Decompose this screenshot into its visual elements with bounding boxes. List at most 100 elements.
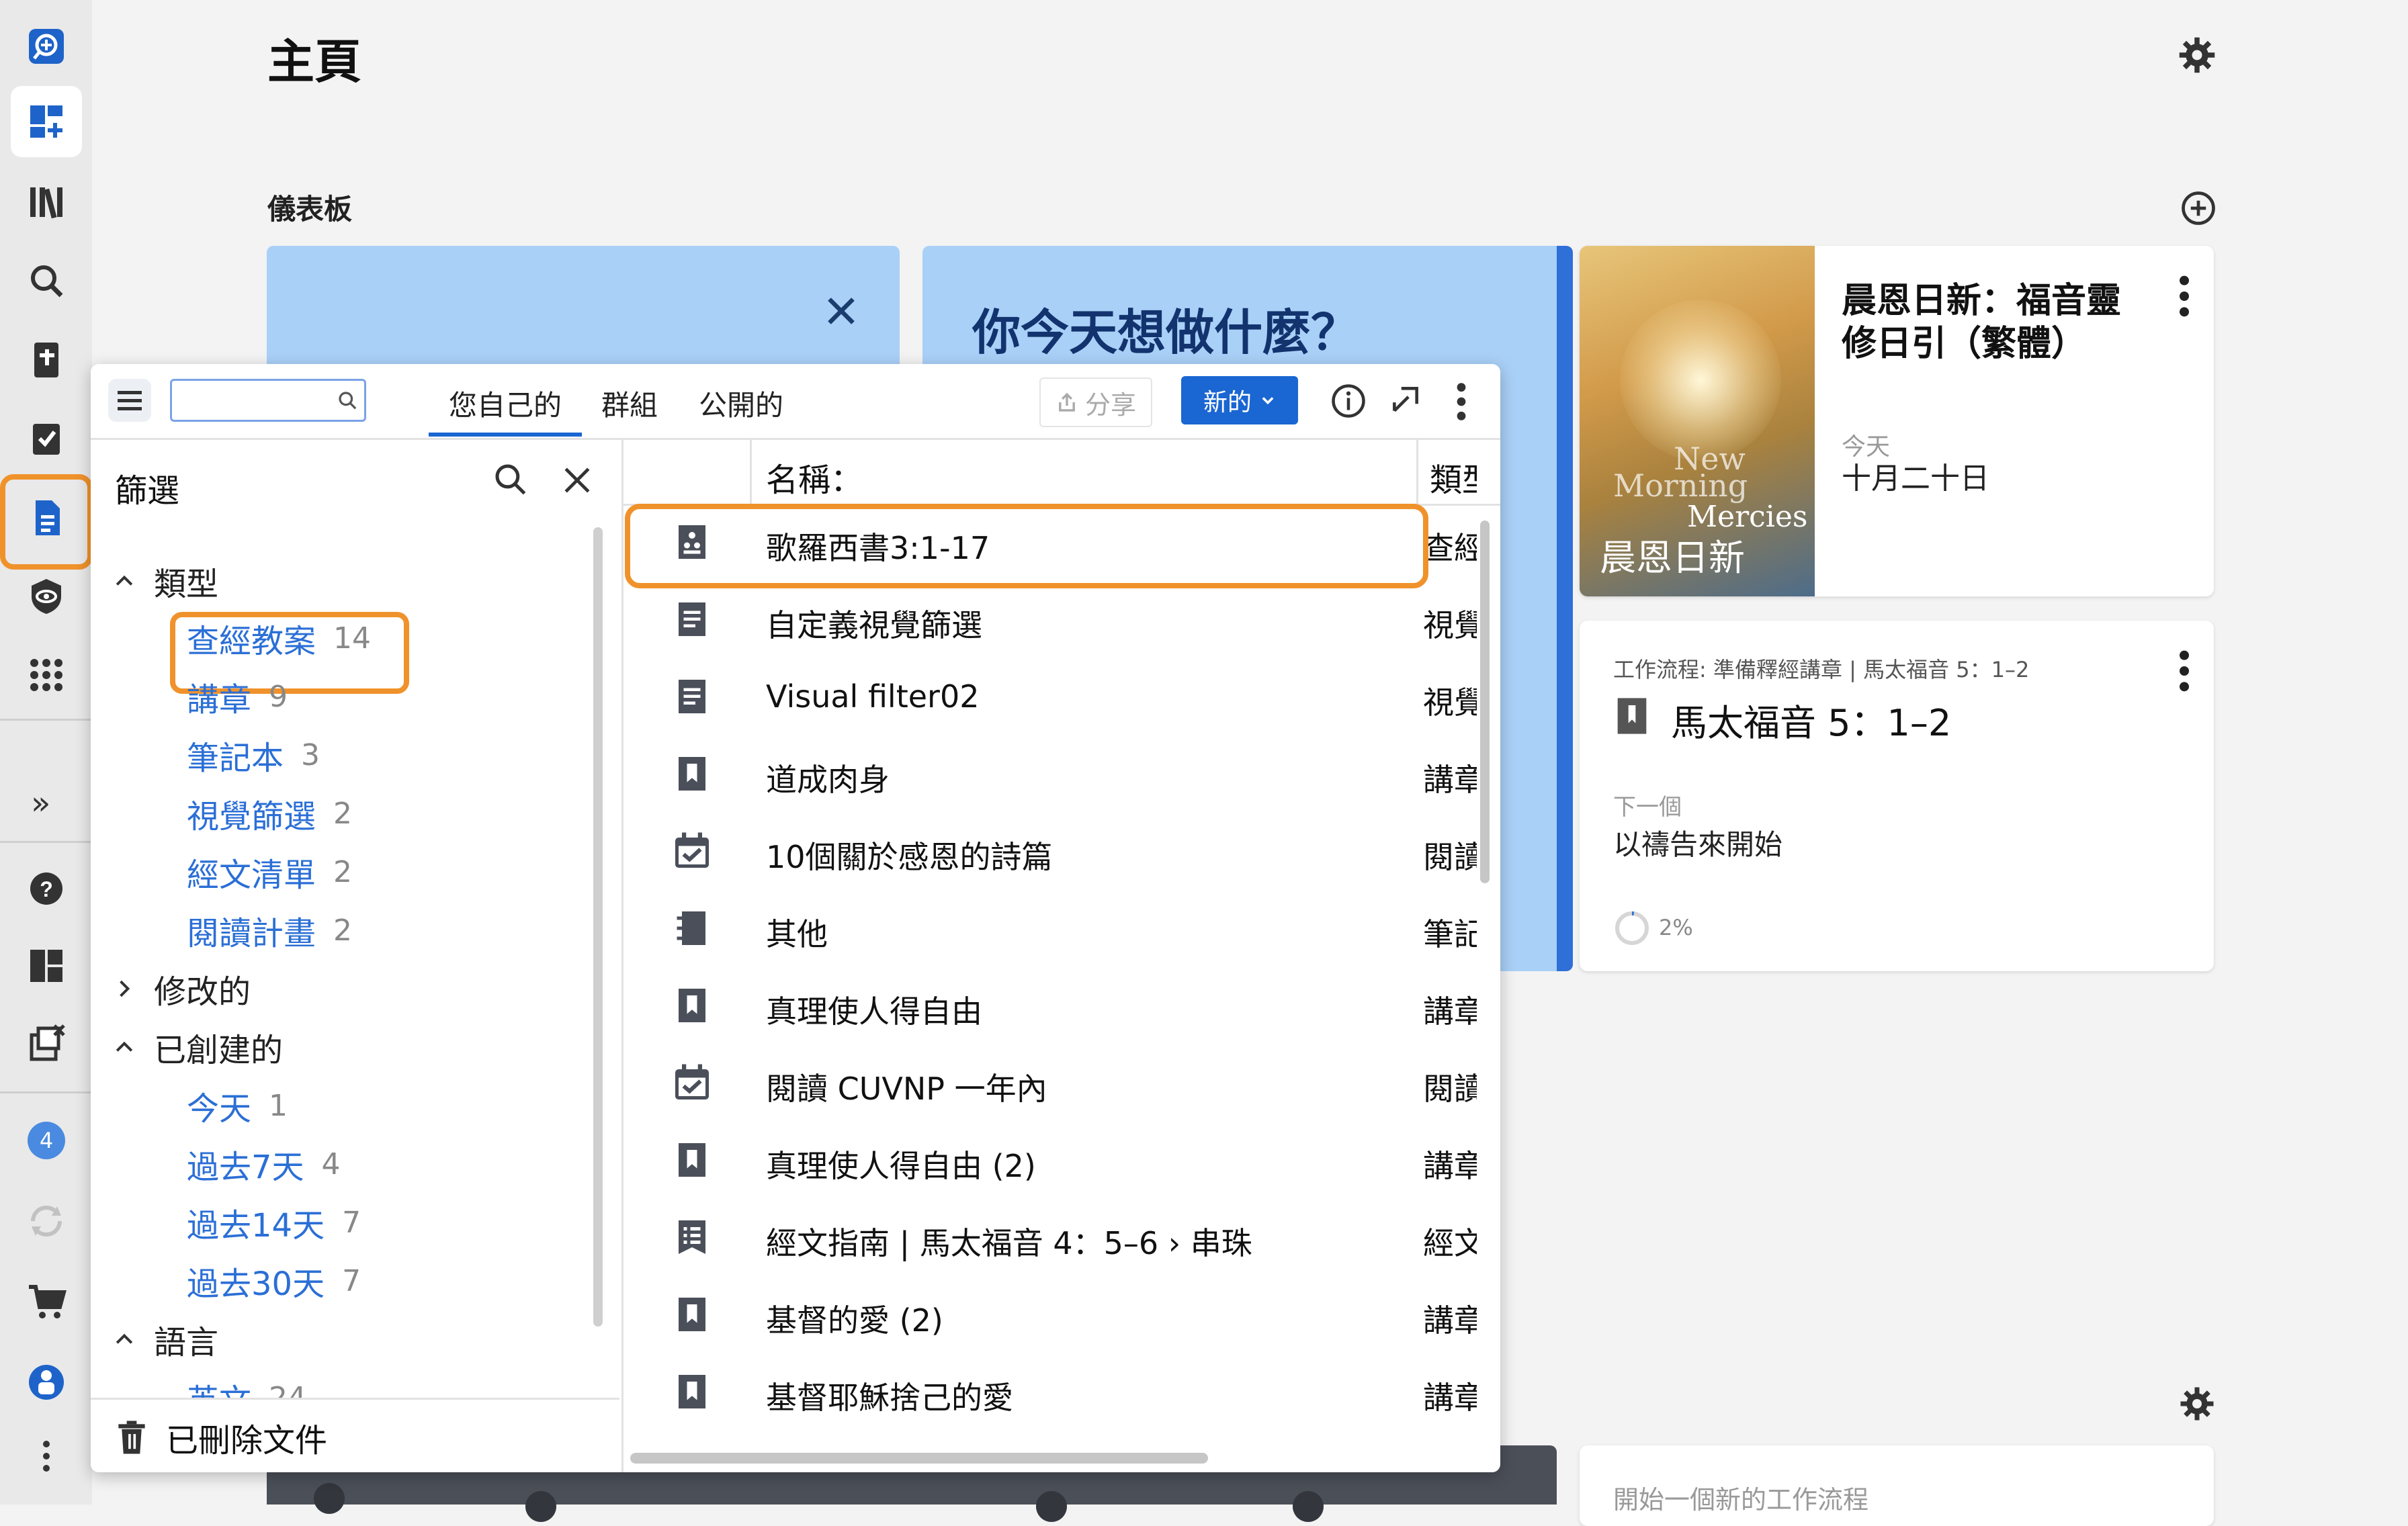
- next-label: 下一個: [1613, 794, 1682, 821]
- library-icon[interactable]: [11, 167, 82, 238]
- section-type[interactable]: 類型: [91, 554, 218, 608]
- section-label: 類型: [154, 566, 219, 603]
- table-row[interactable]: 10個關於感恩的詩篇 閱讀: [624, 813, 1500, 890]
- search-icon[interactable]: [11, 245, 82, 316]
- help-icon[interactable]: ?: [11, 853, 82, 924]
- search-field[interactable]: [170, 379, 366, 422]
- table-row[interactable]: 閱讀 CUVNP 一年內 閱讀: [624, 1044, 1500, 1122]
- filter-item-sermon[interactable]: 講章 9: [187, 670, 288, 723]
- close-icon[interactable]: [824, 294, 858, 328]
- list-scrollbar-vertical[interactable]: [1480, 521, 1490, 883]
- add-widget-icon[interactable]: [2178, 188, 2219, 231]
- table-row[interactable]: 真理使人得自由 (2) 講章: [624, 1122, 1500, 1199]
- row-type: 閱讀: [1423, 839, 1477, 875]
- svg-text:?: ?: [40, 877, 53, 901]
- section-language[interactable]: 語言: [91, 1312, 218, 1366]
- documents-highlight: [0, 474, 93, 570]
- search-input[interactable]: [177, 385, 335, 416]
- filter-item-notebook[interactable]: 筆記本 3: [187, 728, 320, 782]
- language-item-clip: 英文 24: [91, 1371, 619, 1398]
- tab-groups[interactable]: 群組: [601, 383, 658, 424]
- filter-item-passage-list[interactable]: 經文清單 2: [187, 845, 352, 899]
- filter-item-label: 過去7天: [187, 1149, 304, 1186]
- study-search-icon[interactable]: [11, 11, 82, 82]
- table-row[interactable]: 經文指南 | 馬太福音 4：5–6 › 串珠 經文: [624, 1199, 1500, 1276]
- account-icon[interactable]: [11, 1347, 82, 1418]
- badge-count: 4: [28, 1122, 65, 1159]
- row-type: 視覺: [1423, 607, 1477, 643]
- filter-item-visual[interactable]: 視覺篩選 2: [187, 787, 352, 840]
- close-layout-icon[interactable]: [11, 1007, 82, 1079]
- deleted-label: 已刪除文件: [166, 1421, 328, 1460]
- table-row[interactable]: 基督的愛 (2) 講章: [624, 1276, 1500, 1353]
- row-type: 視覺: [1423, 684, 1477, 721]
- workflow-card[interactable]: 工作流程: 準備釋經講章 | 馬太福音 5：1–2 馬太福音 5：1–2 下一個…: [1580, 621, 2214, 971]
- filter-item-count: 7: [342, 1205, 361, 1240]
- new-workflow-card[interactable]: 開始一個新的工作流程: [1580, 1445, 2214, 1526]
- more-vertical-icon[interactable]: [1453, 380, 1469, 423]
- list-icon: [672, 1217, 712, 1257]
- table-row[interactable]: 真理使人得自由 講章: [624, 967, 1500, 1044]
- table-row[interactable]: 基督耶穌捨己的愛 講章: [624, 1353, 1500, 1431]
- table-row[interactable]: 自定義視覺篩選 視覺: [624, 581, 1500, 658]
- table-row[interactable]: 道成肉身 講章: [624, 735, 1500, 813]
- table-row[interactable]: 其他 筆記: [624, 890, 1500, 967]
- search-icon[interactable]: [337, 390, 359, 412]
- table-row[interactable]: Visual filter02 視覺: [624, 658, 1500, 735]
- cart-icon[interactable]: [11, 1266, 82, 1337]
- sermon-icon: [672, 754, 712, 794]
- section-modified[interactable]: 修改的: [91, 962, 251, 1016]
- sermon-icon: [1617, 698, 1647, 734]
- left-rail: » ? 4: [0, 0, 93, 1505]
- filter-item-30days[interactable]: 過去30天 7: [187, 1254, 361, 1308]
- filter-close-icon[interactable]: [561, 464, 593, 496]
- sermon-icon: [672, 985, 712, 1026]
- filter-pane: 篩選 類型 查經教案 14 講章 9 筆記本 3 視覺篩選 2 經文清單 2 閱讀計畫 2 …: [91, 440, 624, 1472]
- row-type: 講章: [1423, 762, 1477, 798]
- share-button[interactable]: 分享: [1039, 377, 1152, 427]
- menu-icon[interactable]: [108, 379, 151, 422]
- filter-scrollbar[interactable]: [593, 527, 603, 1327]
- share-icon: [1059, 392, 1075, 412]
- sync-icon[interactable]: [11, 1185, 82, 1257]
- filter-item-english[interactable]: 英文 24: [187, 1371, 306, 1398]
- filter-item-14days[interactable]: 過去14天 7: [187, 1196, 361, 1249]
- card-menu-icon[interactable]: [2171, 647, 2198, 694]
- devotional-title: 晨恩日新：福音靈修日引（繁體）: [1842, 281, 2122, 364]
- shield-icon[interactable]: [11, 561, 82, 632]
- bible-icon[interactable]: [11, 324, 82, 396]
- info-icon[interactable]: [1330, 383, 1367, 419]
- settings-gear-icon-2[interactable]: [2178, 1385, 2216, 1425]
- tab-public[interactable]: 公開的: [699, 383, 783, 424]
- list-scrollbar-horizontal[interactable]: [630, 1453, 1208, 1464]
- popout-icon[interactable]: [1389, 383, 1422, 416]
- new-button[interactable]: 新的: [1181, 376, 1298, 424]
- section-created[interactable]: 已創建的: [91, 1020, 283, 1074]
- devotional-card[interactable]: New Morning Mercies 晨恩日新 晨恩日新：福音靈修日引（繁體）…: [1580, 246, 2214, 596]
- row-name: 真理使人得自由: [766, 993, 982, 1030]
- settings-gear-icon[interactable]: [2177, 35, 2217, 78]
- row-name: 基督耶穌捨己的愛: [766, 1380, 1013, 1416]
- filter-search-icon[interactable]: [492, 461, 530, 499]
- more-vertical-icon[interactable]: [11, 1421, 82, 1492]
- filter-item-count: 2: [333, 854, 353, 889]
- expand-rail-button[interactable]: »: [31, 784, 50, 822]
- new-label: 新的: [1203, 389, 1252, 416]
- progress-label: 2%: [1659, 915, 1693, 940]
- progress-ring: [1615, 911, 1649, 945]
- apps-grid-icon[interactable]: [11, 639, 82, 711]
- column-type[interactable]: 類型: [1430, 453, 1477, 500]
- filter-item-today[interactable]: 今天 1: [187, 1079, 288, 1132]
- filter-item-count: 7: [342, 1263, 361, 1298]
- deleted-documents[interactable]: 已刪除文件: [91, 1398, 619, 1472]
- filter-item-reading-plan[interactable]: 閱讀計畫 2: [187, 903, 352, 957]
- tasks-icon[interactable]: [11, 403, 82, 474]
- notification-badge[interactable]: 4: [11, 1105, 82, 1176]
- card-menu-icon[interactable]: [2171, 273, 2198, 320]
- filter-item-7days[interactable]: 過去7天 4: [187, 1137, 341, 1191]
- dashboard-add-icon[interactable]: [11, 86, 82, 157]
- layout-icon[interactable]: [11, 930, 82, 1001]
- calendar-check-icon: [672, 831, 712, 871]
- tab-own[interactable]: 您自己的: [449, 383, 562, 424]
- column-name[interactable]: 名稱：: [766, 453, 863, 500]
